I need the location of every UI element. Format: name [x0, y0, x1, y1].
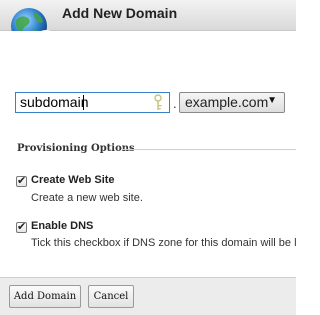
create-web-site-description: Create a new web site. — [31, 192, 143, 204]
create-web-site-checkbox[interactable]: ✔ — [16, 174, 27, 187]
dialog-footer: Add Domain Cancel — [0, 277, 296, 315]
enable-dns-checkbox[interactable]: ✔ — [16, 220, 27, 233]
section-divider — [122, 149, 296, 150]
domain-select[interactable]: example.com ▼ — [179, 92, 285, 113]
add-domain-button[interactable]: Add Domain — [9, 285, 81, 308]
checkmark-icon: ✔ — [17, 220, 27, 233]
key-icon — [154, 94, 162, 110]
enable-dns-label[interactable]: Enable DNS — [31, 220, 93, 232]
dialog-title: Add New Domain — [62, 5, 178, 21]
cancel-button[interactable]: Cancel — [88, 285, 134, 308]
subdomain-input-value: subdomain — [20, 94, 89, 110]
subdomain-input[interactable]: subdomain — [15, 92, 170, 113]
domain-select-value: example.com — [185, 94, 269, 110]
text-cursor — [83, 95, 84, 110]
create-web-site-label[interactable]: Create Web Site — [31, 174, 115, 186]
provisioning-options-heading: Provisioning Options — [17, 143, 135, 154]
domain-separator: . — [173, 96, 177, 111]
chevron-down-icon: ▼ — [267, 95, 277, 106]
checkmark-icon: ✔ — [17, 174, 27, 187]
enable-dns-description: Tick this checkbox if DNS zone for this … — [31, 237, 296, 249]
